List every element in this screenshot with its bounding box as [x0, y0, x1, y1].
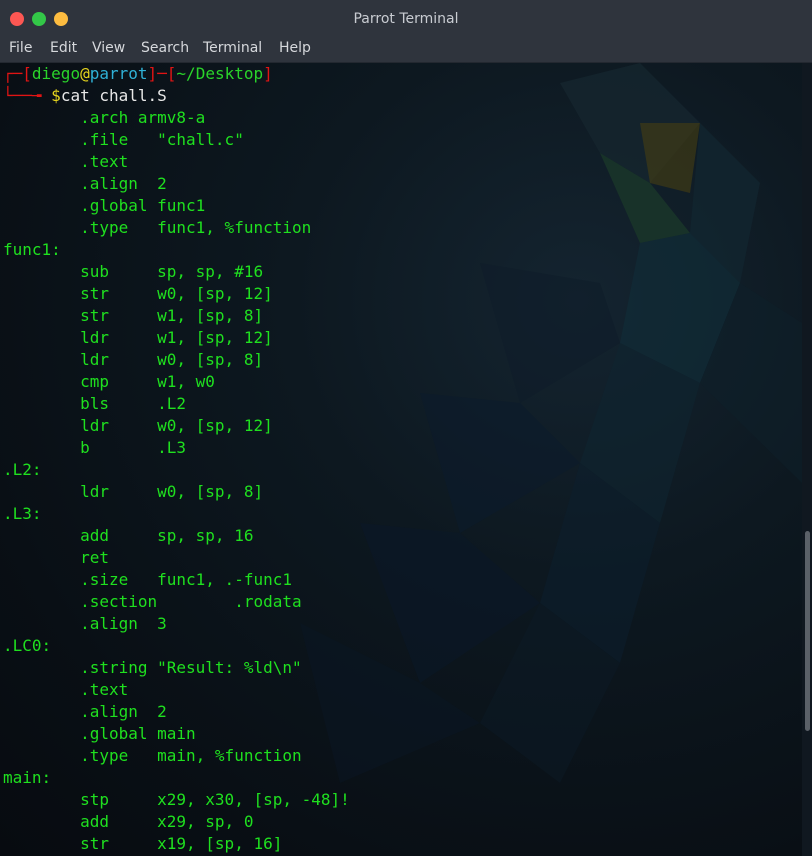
output-line: ldr w1, [sp, 12] [3, 328, 273, 347]
output-line: .global main [3, 724, 196, 743]
output-line: .align 2 [3, 174, 167, 193]
menu-edit[interactable]: Edit [50, 38, 77, 60]
menu-search[interactable]: Search [141, 38, 189, 60]
command-text: cat chall.S [60, 86, 167, 105]
prompt-line-2: └──╼ $cat chall.S [3, 85, 167, 107]
output-line: .text [3, 152, 129, 171]
output-line: .L2: [3, 460, 42, 479]
output-line: ldr w0, [sp, 8] [3, 350, 264, 369]
output-line: .type main, %function [3, 746, 302, 765]
output-line: .align 3 [3, 614, 167, 633]
output-line: stp x29, x30, [sp, -48]! [3, 790, 350, 809]
output-line: cmp w1, w0 [3, 372, 215, 391]
menu-view[interactable]: View [92, 38, 125, 60]
output-line: ret [3, 548, 109, 567]
output-line: .L3: [3, 504, 42, 523]
output-line: .file "chall.c" [3, 130, 244, 149]
output-line: main: [3, 768, 52, 787]
output-line: .global func1 [3, 196, 206, 215]
output-line: b .L3 [3, 438, 187, 457]
prompt-host: parrot [89, 64, 148, 83]
output-line: ldr w0, [sp, 8] [3, 482, 264, 501]
output-line: .section .rodata [3, 592, 302, 611]
output-line: add x29, sp, 0 [3, 812, 254, 831]
output-line: bls .L2 [3, 394, 187, 413]
scrollbar[interactable] [802, 63, 812, 856]
output-line: .align 2 [3, 702, 167, 721]
output-line: .text [3, 680, 129, 699]
prompt-corner: └──╼ [3, 86, 52, 105]
scrollbar-thumb[interactable] [805, 531, 810, 731]
prompt-sep: ]─[ [147, 64, 177, 83]
output-line: str w0, [sp, 12] [3, 284, 273, 303]
output-line: str w1, [sp, 8] [3, 306, 264, 325]
menu-terminal[interactable]: Terminal [203, 38, 262, 60]
prompt-user: diego [31, 64, 81, 83]
output-line: .size func1, .-func1 [3, 570, 292, 589]
menu-help[interactable]: Help [279, 38, 311, 60]
prompt-line-1: ┌─[diego@parrot]─[~/Desktop] [3, 63, 273, 85]
output-line: func1: [3, 240, 61, 259]
output-line: .type func1, %function [3, 218, 312, 237]
prompt-open: ┌─[ [3, 64, 32, 83]
window-title: Parrot Terminal [353, 11, 459, 27]
output-line: ldr w0, [sp, 12] [3, 416, 273, 435]
output-line: str x19, [sp, 16] [3, 834, 283, 853]
terminal-output[interactable]: ┌─[diego@parrot]─[~/Desktop] └──╼ $cat c… [0, 63, 802, 856]
output-line: sub sp, sp, #16 [3, 262, 264, 281]
menu-bar: File Edit View Search Terminal Help [0, 38, 812, 63]
output-line: add sp, sp, 16 [3, 526, 254, 545]
output-line: .string "Result: %ld\n" [3, 658, 302, 677]
output-line: .LC0: [3, 636, 52, 655]
prompt-at: @ [80, 64, 90, 83]
output-line: .arch armv8-a [3, 108, 206, 127]
prompt-dollar: $ [51, 86, 61, 105]
menu-file[interactable]: File [9, 38, 32, 60]
title-bar[interactable]: Parrot Terminal [0, 0, 812, 38]
terminal-window: Parrot Terminal File Edit View Search Te… [0, 0, 812, 856]
prompt-close: ] [263, 64, 273, 83]
prompt-path: ~/Desktop [176, 64, 264, 83]
